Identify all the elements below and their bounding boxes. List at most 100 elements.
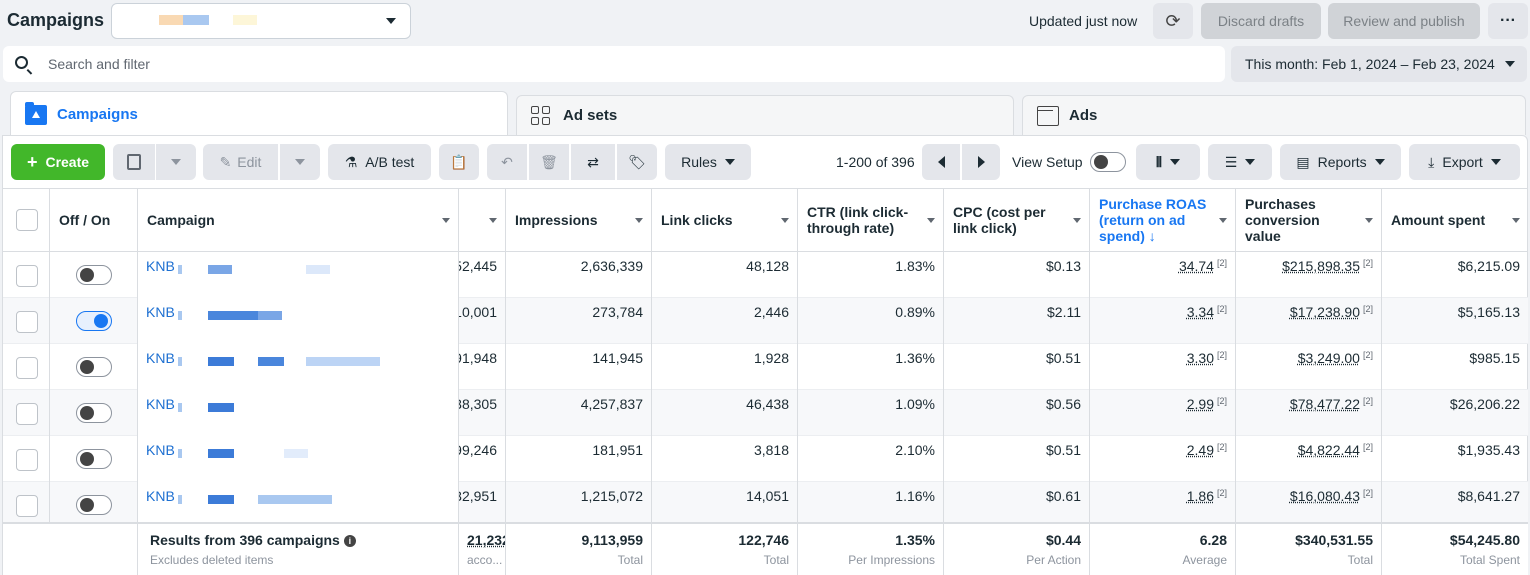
footnote-marker: [2] [1217, 258, 1227, 268]
conversion-value[interactable]: $16,080.43 [1290, 488, 1360, 504]
col-link-clicks[interactable]: Link clicks [652, 188, 798, 252]
date-range-picker[interactable]: This month: Feb 1, 2024 – Feb 23, 2024 [1231, 46, 1527, 82]
breakdown-button[interactable]: ☰ [1208, 144, 1272, 180]
columns-icon: ⫴ [1156, 154, 1162, 171]
roas-value[interactable]: 3.30 [1187, 350, 1214, 366]
edit-menu-button[interactable] [280, 144, 320, 180]
refresh-button[interactable]: ⟳ [1153, 3, 1193, 39]
col-impressions-label: Impressions [515, 212, 597, 228]
edit-button[interactable]: ✎ Edit [203, 144, 278, 180]
roas-value[interactable]: 2.49 [1187, 442, 1214, 458]
col-campaign[interactable]: Campaign [138, 188, 459, 252]
more-button[interactable]: ··· [1488, 3, 1528, 39]
ctr-cell: 0.89% [798, 298, 944, 344]
sort-caret-icon [1365, 218, 1373, 223]
campaign-status-toggle[interactable] [76, 265, 112, 285]
campaign-name-link[interactable]: KNB [146, 304, 175, 320]
table-row[interactable]: KNB10,001273,7842,4460.89%$2.113.34[2]$1… [3, 298, 1528, 344]
col-cpc[interactable]: CPC (cost per link click) [944, 188, 1090, 252]
campaign-name-link[interactable]: KNB [146, 258, 175, 274]
col-impressions[interactable]: Impressions [506, 188, 652, 252]
clipboard-button[interactable]: 📋 [439, 144, 479, 180]
tab-campaigns[interactable]: Campaigns [10, 91, 508, 137]
col-hidden[interactable] [459, 188, 506, 252]
conversion-value[interactable]: $17,238.90 [1290, 304, 1360, 320]
breakdown-icon: ☰ [1225, 154, 1238, 171]
table-row[interactable]: KNB99,246181,9513,8182.10%$0.512.49[2]$4… [3, 436, 1528, 482]
table-row[interactable]: KNB91,948141,9451,9281.36%$0.513.30[2]$3… [3, 344, 1528, 390]
campaign-status-toggle[interactable] [76, 449, 112, 469]
campaign-name-link[interactable]: KNB [146, 396, 175, 412]
excludes-note: Excludes deleted items [150, 553, 450, 567]
roas-value[interactable]: 1.86 [1187, 488, 1214, 504]
row-select-cell [3, 390, 50, 436]
campaign-name-redacted [208, 265, 232, 274]
tag-button[interactable]: 🏷 [617, 144, 657, 180]
col-roas[interactable]: Purchase ROAS (return on ad spend) ↓ [1090, 188, 1236, 252]
account-selector[interactable] [111, 3, 411, 39]
col-ctr[interactable]: CTR (link click-through rate) [798, 188, 944, 252]
reports-button[interactable]: ▤ Reports [1280, 144, 1401, 180]
export-button[interactable]: ⤓ Export [1409, 144, 1520, 180]
conversion-value[interactable]: $215,898.35 [1282, 258, 1360, 274]
campaign-status-toggle[interactable] [76, 357, 112, 377]
columns-button[interactable]: ⫴ [1136, 144, 1200, 180]
swap-button[interactable]: ⇄ [571, 144, 615, 180]
row-checkbox[interactable] [16, 449, 38, 471]
campaign-status-toggle[interactable] [76, 311, 112, 331]
undo-button[interactable]: ↶ [487, 144, 527, 180]
create-label: Create [45, 154, 89, 170]
campaign-name-link[interactable]: KNB [146, 488, 175, 504]
campaign-status-toggle[interactable] [76, 403, 112, 423]
col-off-on[interactable]: Off / On [50, 188, 138, 252]
campaign-name-link[interactable]: KNB [146, 442, 175, 458]
roas-value[interactable]: 3.34 [1187, 304, 1214, 320]
table-row[interactable]: KNB52,4452,636,33948,1281.83%$0.1334.74[… [3, 252, 1528, 298]
tab-ad-sets[interactable]: Ad sets [516, 95, 1014, 135]
row-checkbox[interactable] [16, 311, 38, 333]
campaign-name-redacted [208, 403, 234, 412]
campaign-name-redacted [178, 311, 182, 320]
tab-ads[interactable]: Ads [1022, 95, 1526, 135]
campaign-name-redacted [258, 357, 284, 366]
footer-spent: $54,245.80 Total Spent [1382, 524, 1528, 575]
table-row[interactable]: KNB38,3054,257,83746,4381.09%$0.562.99[2… [3, 390, 1528, 436]
ctr-cell: 1.36% [798, 344, 944, 390]
next-page-button[interactable] [962, 144, 1000, 180]
row-checkbox[interactable] [16, 357, 38, 379]
duplicate-button[interactable] [113, 144, 155, 180]
discard-drafts-button[interactable]: Discard drafts [1201, 3, 1321, 39]
impressions-cell: 273,784 [506, 298, 652, 344]
col-conversion-value[interactable]: Purchases conversion value [1236, 188, 1382, 252]
conversion-value[interactable]: $4,822.44 [1298, 442, 1360, 458]
col-amount-spent[interactable]: Amount spent [1382, 188, 1528, 252]
footer-spacer [3, 524, 138, 575]
row-checkbox[interactable] [16, 403, 38, 425]
roas-value[interactable]: 2.99 [1187, 396, 1214, 412]
conversion-value[interactable]: $78,477.22 [1290, 396, 1360, 412]
reports-icon: ▤ [1296, 154, 1309, 171]
col-link-clicks-label: Link clicks [661, 212, 733, 228]
ctr-total: 1.35% [806, 532, 935, 548]
row-checkbox[interactable] [16, 265, 38, 287]
select-all-checkbox[interactable] [16, 209, 38, 231]
rules-button[interactable]: Rules [665, 144, 751, 180]
roas-cell: 3.34 [2] [1090, 298, 1236, 344]
campaign-name-link[interactable]: KNB [146, 350, 175, 366]
prev-page-button[interactable] [922, 144, 960, 180]
duplicate-menu-button[interactable] [156, 144, 196, 180]
view-setup-toggle[interactable] [1090, 152, 1126, 172]
footnote-marker: [2] [1363, 304, 1373, 314]
roas-value[interactable]: 34.74 [1179, 258, 1214, 274]
conversion-value[interactable]: $3,249.00 [1298, 350, 1360, 366]
create-button[interactable]: + Create [11, 144, 105, 180]
campaign-status-toggle[interactable] [76, 495, 112, 515]
row-checkbox[interactable] [16, 495, 38, 517]
info-icon[interactable]: i [344, 535, 356, 547]
row-toggle-cell [50, 252, 138, 298]
review-publish-button[interactable]: Review and publish [1328, 3, 1480, 39]
account-name-redacted [183, 15, 209, 25]
delete-button[interactable]: 🗑 [529, 144, 569, 180]
search-input[interactable] [48, 54, 1148, 74]
ab-test-button[interactable]: ⚗ A/B test [328, 144, 431, 180]
